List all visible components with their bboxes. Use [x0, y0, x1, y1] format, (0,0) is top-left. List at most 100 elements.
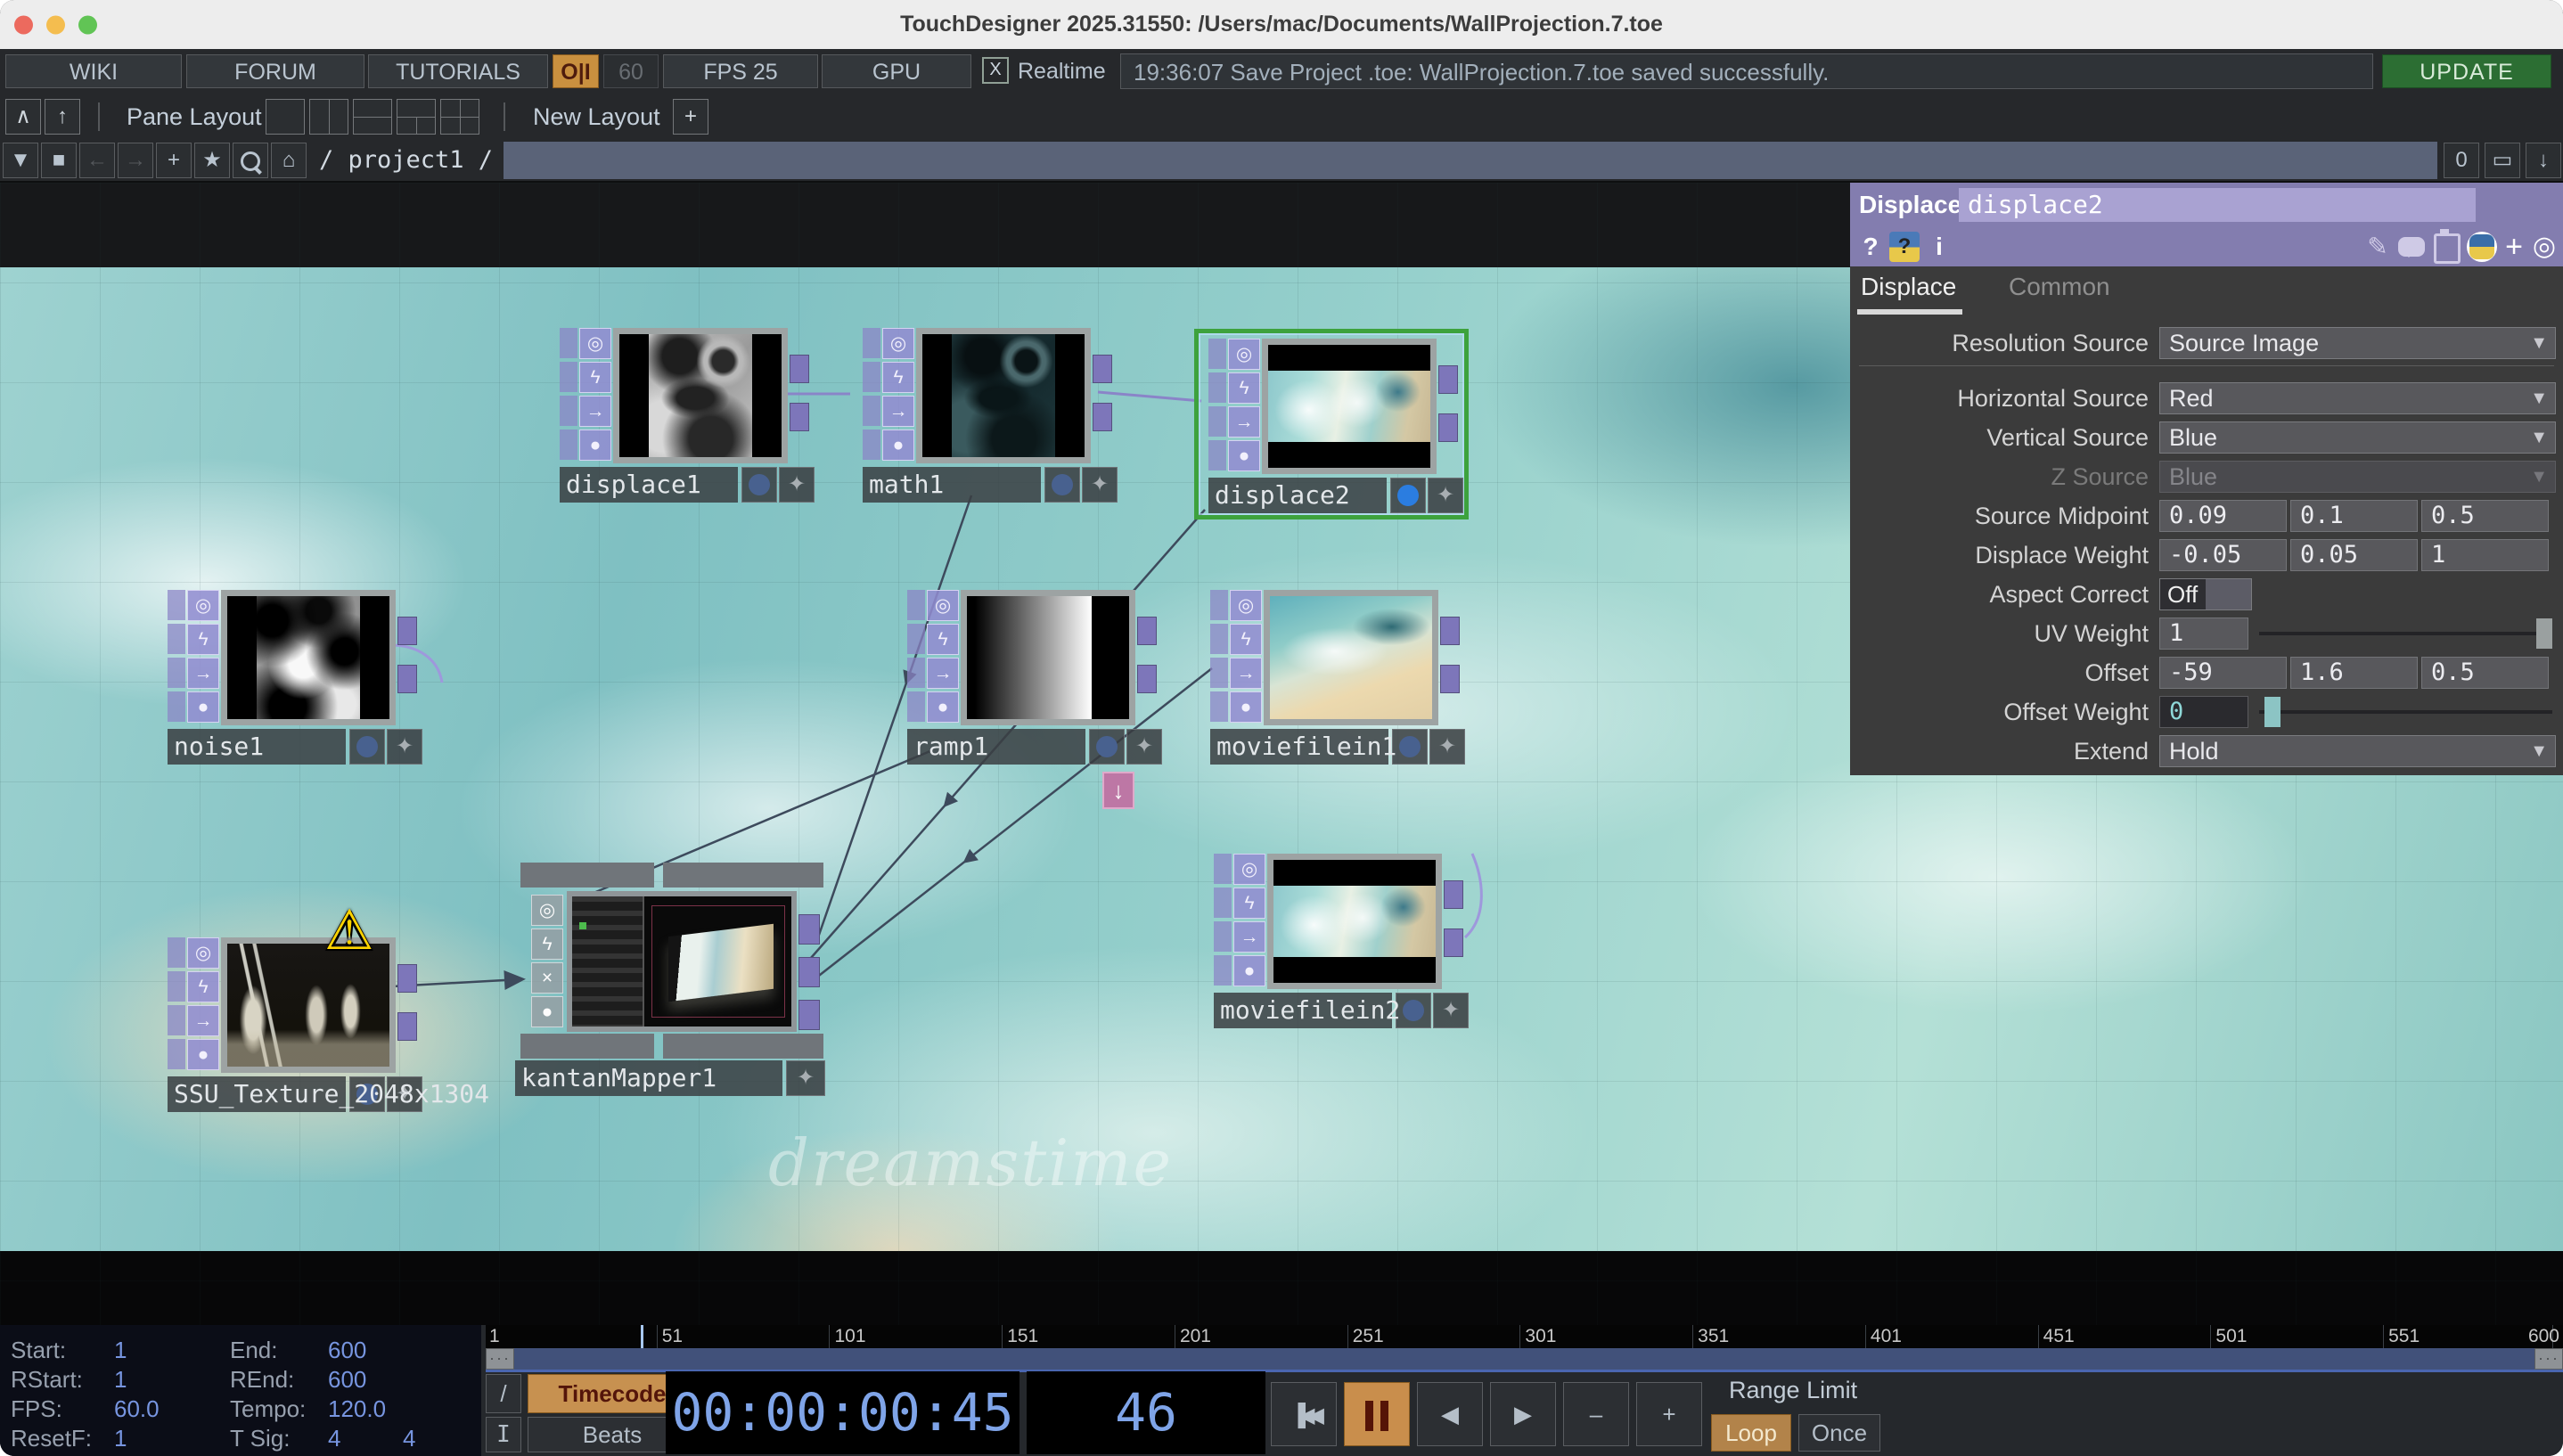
star-icon[interactable]: ✦: [387, 729, 422, 765]
info-icon[interactable]: i: [1930, 227, 1948, 266]
viewer-toggle-cell[interactable]: [1392, 729, 1428, 765]
slider-handle[interactable]: [2536, 618, 2552, 649]
pane-type-dropdown[interactable]: ▼: [3, 143, 38, 178]
layout-three-pane-button[interactable]: [397, 99, 436, 135]
add-parameter-icon[interactable]: +: [2501, 227, 2527, 266]
value-field[interactable]: -59: [2159, 657, 2287, 689]
comment-bubble-icon[interactable]: [2395, 227, 2428, 266]
node-output[interactable]: [1137, 665, 1157, 693]
param-widget[interactable]: Blue▼: [2159, 461, 2556, 493]
node-name[interactable]: noise1: [168, 729, 346, 765]
node-output[interactable]: [1444, 928, 1463, 957]
value-field[interactable]: 0: [2159, 696, 2248, 728]
node-output[interactable]: [790, 403, 809, 431]
node-viewer[interactable]: [221, 590, 396, 725]
play-forward-button[interactable]: ▶: [1490, 1382, 1556, 1446]
collapse-down-icon[interactable]: ↓: [2526, 143, 2561, 178]
resetf-value[interactable]: 1: [114, 1424, 127, 1453]
value-field[interactable]: 1: [2159, 618, 2248, 650]
node-inputs[interactable]: [907, 590, 925, 725]
range-start-grip[interactable]: ···: [486, 1348, 514, 1370]
tempo-value[interactable]: 120.0: [328, 1395, 386, 1424]
node-output[interactable]: [798, 957, 820, 987]
edit-pencil-icon[interactable]: ✎: [2362, 227, 2394, 266]
bomb-icon[interactable]: ●: [1230, 691, 1262, 723]
bomb-icon[interactable]: ●: [927, 691, 959, 723]
tab-common[interactable]: Common: [2009, 266, 2110, 307]
op-find-icon[interactable]: [233, 143, 268, 178]
viewer-toggle-cell[interactable]: [1089, 729, 1125, 765]
pause-button[interactable]: [1344, 1382, 1410, 1446]
node-name[interactable]: moviefilein2: [1214, 993, 1392, 1028]
node-displace1[interactable]: ◎ϟ→●displace1✦: [560, 328, 815, 503]
wiki-button[interactable]: WIKI: [5, 54, 182, 88]
star-icon[interactable]: ✦: [1433, 993, 1469, 1028]
viewer-toggle-cell[interactable]: [349, 729, 385, 765]
node-viewer[interactable]: [567, 891, 797, 1032]
once-button[interactable]: Once: [1798, 1414, 1880, 1452]
fps-value[interactable]: 60.0: [114, 1395, 160, 1424]
value-field[interactable]: 0.05: [2290, 539, 2418, 571]
node-name[interactable]: kantanMapper1: [515, 1060, 782, 1096]
node-inputs[interactable]: [1208, 339, 1226, 474]
python-mode-icon[interactable]: [2465, 227, 2499, 266]
star-icon[interactable]: ✦: [1126, 729, 1162, 765]
param-widget[interactable]: 1: [2159, 618, 2556, 650]
tsig-value2[interactable]: 4: [403, 1424, 415, 1453]
bypass-icon[interactable]: ϟ: [187, 624, 219, 655]
star-icon[interactable]: ✦: [1428, 478, 1463, 513]
python-help-icon[interactable]: ?: [1889, 232, 1920, 262]
bomb-icon[interactable]: ●: [187, 691, 219, 723]
node-output[interactable]: [1440, 617, 1460, 645]
bypass-icon[interactable]: ϟ: [187, 971, 219, 1002]
export-icon[interactable]: →: [1228, 406, 1260, 438]
playhead[interactable]: [641, 1325, 643, 1348]
viewer-toggle[interactable]: [1397, 485, 1419, 506]
dock-arrow-button[interactable]: ↓: [1102, 772, 1134, 809]
end-value[interactable]: 600: [328, 1336, 366, 1365]
range-end-grip[interactable]: ···: [2534, 1348, 2563, 1370]
slider-track[interactable]: [2259, 710, 2552, 714]
node-name[interactable]: displace1: [560, 467, 738, 503]
star-icon[interactable]: ✦: [1429, 729, 1465, 765]
bypass-icon[interactable]: ϟ: [927, 624, 959, 655]
layout-vsplit-button[interactable]: [309, 99, 348, 135]
viewer-toggle[interactable]: [356, 736, 378, 757]
path-field[interactable]: [504, 142, 2437, 179]
bomb-icon[interactable]: ●: [579, 429, 611, 461]
slider-handle[interactable]: [2264, 697, 2280, 727]
bypass-icon[interactable]: ϟ: [1233, 888, 1265, 919]
viewer-icon[interactable]: ◎: [1230, 590, 1262, 621]
add-op-button[interactable]: +: [156, 143, 192, 178]
export-icon[interactable]: →: [1233, 921, 1265, 953]
node-name[interactable]: SSU_Texture_2048x1304: [168, 1076, 346, 1112]
node-output[interactable]: [1137, 617, 1157, 645]
toggle-switch[interactable]: Off: [2159, 578, 2252, 610]
node-output[interactable]: [790, 355, 809, 383]
absolute-frame-button[interactable]: /: [486, 1374, 521, 1413]
rstart-value[interactable]: 1: [114, 1365, 127, 1395]
node-ramp1[interactable]: ◎ϟ→●ramp1✦: [907, 590, 1162, 765]
go-to-start-button[interactable]: ▐◀◀: [1271, 1382, 1337, 1446]
bypass-icon[interactable]: ϟ: [1230, 624, 1262, 655]
help-icon[interactable]: ?: [1857, 227, 1884, 266]
back-arrow-icon[interactable]: ←: [79, 143, 115, 178]
rate-indicator[interactable]: 60: [603, 54, 659, 88]
node-inputs[interactable]: [560, 328, 577, 463]
param-widget[interactable]: -591.60.5: [2159, 657, 2556, 689]
toggle-knob[interactable]: [2206, 579, 2251, 609]
viewer-icon[interactable]: ◎: [531, 895, 563, 926]
node-output[interactable]: [397, 665, 417, 693]
gpu-button[interactable]: GPU: [822, 54, 971, 88]
maximize-pane-icon[interactable]: ∧: [5, 99, 41, 135]
realtime-toggle[interactable]: XRealtime: [982, 54, 1106, 88]
loop-button[interactable]: Loop: [1711, 1414, 1791, 1452]
node-name[interactable]: displace2: [1208, 478, 1387, 513]
viewer-icon[interactable]: ◎: [927, 590, 959, 621]
copy-parameters-icon[interactable]: [2431, 227, 2463, 266]
value-field[interactable]: 1: [2421, 539, 2549, 571]
children-count[interactable]: 0: [2444, 143, 2479, 178]
warning-icon[interactable]: ⚠: [324, 904, 374, 959]
frame-ruler[interactable]: 151101151201251301351401451501551600: [486, 1325, 2563, 1348]
node-inputs[interactable]: [863, 328, 880, 463]
